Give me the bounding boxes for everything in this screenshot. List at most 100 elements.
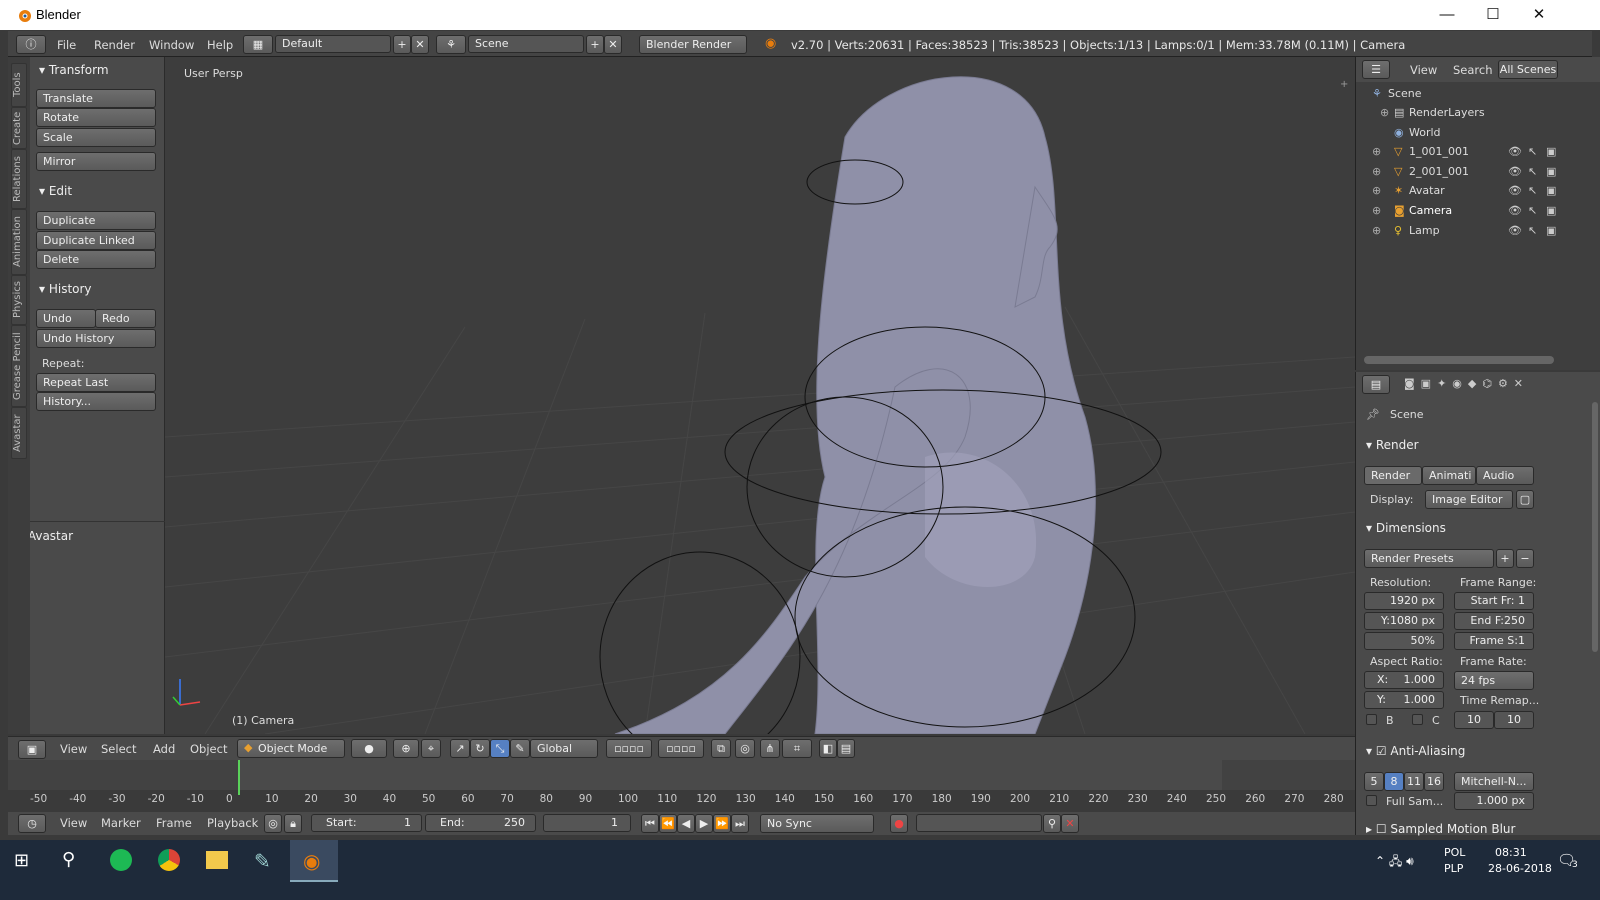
insert-keyframe-icon[interactable]: ⚲ <box>1043 814 1061 833</box>
tab-create[interactable]: Create <box>11 107 27 149</box>
lock-icon[interactable]: 🔒︎ <box>284 814 302 833</box>
tray-icons[interactable]: ⌃ 🖧 🔊︎ <box>1375 852 1414 873</box>
render-panel-header[interactable]: ▾ Render <box>1366 438 1419 452</box>
expand-icon[interactable]: ⊕ <box>1372 224 1381 237</box>
edit-panel-header[interactable]: ▾ Edit <box>39 184 72 198</box>
snap-element-icon[interactable]: ⌗ <box>782 739 812 758</box>
jump-keyframe-forward-icon[interactable]: ⏩ <box>713 814 731 833</box>
blender-taskbar-button[interactable]: ◉ <box>290 840 338 882</box>
undo-history-button[interactable]: Undo History <box>36 329 156 348</box>
editor-type-timeline-icon[interactable]: ◷ <box>18 814 46 833</box>
orientation-select[interactable]: Global <box>530 739 598 758</box>
history-button[interactable]: History... <box>36 392 156 411</box>
editor-type-outliner-icon[interactable]: ☰ <box>1362 60 1390 79</box>
menu-window[interactable]: Window <box>149 38 194 52</box>
minimize-button[interactable]: — <box>1424 0 1470 30</box>
menu-playback[interactable]: Playback <box>207 816 258 830</box>
renderable-camera-icon[interactable]: ▣ <box>1546 184 1556 197</box>
properties-scrollbar[interactable] <box>1592 402 1598 652</box>
timeline[interactable]: -50 -40 -30 -20 -10 0 10 20 30 40 50 60 70 80 90 100 110… <box>8 760 1355 812</box>
delete-keyframe-icon[interactable]: ✕ <box>1061 814 1079 833</box>
expand-icon[interactable]: ⊕ <box>1372 204 1381 217</box>
outliner-menu-search[interactable]: Search <box>1453 63 1493 77</box>
animation-button[interactable]: Animati <box>1422 466 1476 485</box>
search-icon[interactable]: ⚲ <box>62 849 75 870</box>
expand-icon[interactable]: ⊕ <box>1380 106 1389 119</box>
full-sample-checkbox[interactable] <box>1366 795 1377 806</box>
expand-icon[interactable]: ⊕ <box>1372 184 1381 197</box>
aa-filter-select[interactable]: Mitchell-N... <box>1454 772 1534 791</box>
remap-old-field[interactable]: 10 <box>1454 711 1494 729</box>
audio-button[interactable]: Audio <box>1476 466 1534 485</box>
jump-keyframe-back-icon[interactable]: ⏪ <box>659 814 677 833</box>
frame-step-field[interactable]: Frame S:1 <box>1454 632 1534 650</box>
screen-layout-field[interactable]: Default <box>275 35 391 53</box>
resolution-x-field[interactable]: 1920 px <box>1364 592 1444 610</box>
outliner-row-world[interactable]: ◉ World <box>1356 123 1600 142</box>
tab-avastar[interactable]: Avastar <box>11 407 27 459</box>
proportional-edit-icon[interactable]: ◎ <box>735 739 755 758</box>
editor-type-3d-icon[interactable]: ▣ <box>18 740 46 759</box>
crop-checkbox[interactable] <box>1412 714 1423 725</box>
current-frame-cursor[interactable] <box>238 760 240 795</box>
end-frame-field[interactable]: End: 250 <box>425 814 536 832</box>
scale-button[interactable]: Scale <box>36 128 156 147</box>
selectable-cursor-icon[interactable]: ↖ <box>1528 184 1537 197</box>
motion-blur-panel-header[interactable]: ▸ ☐ Sampled Motion Blur <box>1366 822 1515 836</box>
display-window-icon[interactable]: ▢ <box>1516 490 1534 509</box>
outliner-row-renderlayers[interactable]: ⊕ ▤ RenderLayers <box>1356 103 1600 122</box>
close-button[interactable]: ✕ <box>1516 0 1562 30</box>
repeat-last-button[interactable]: Repeat Last <box>36 373 156 392</box>
play-icon[interactable]: ▶ <box>695 814 713 833</box>
duplicate-linked-button[interactable]: Duplicate Linked <box>36 231 156 250</box>
menu-object[interactable]: Object <box>190 742 227 756</box>
lock-layers-icon[interactable]: ⧉ <box>711 739 731 758</box>
scene-field[interactable]: Scene <box>468 35 584 53</box>
pivot-icon[interactable]: ⊕ <box>393 739 419 758</box>
resolution-percent-field[interactable]: 50% <box>1364 632 1444 650</box>
renderable-camera-icon[interactable]: ▣ <box>1546 224 1556 237</box>
scene-icon[interactable]: ⚘ <box>436 35 466 54</box>
menu-marker[interactable]: Marker <box>101 816 141 830</box>
render-button[interactable]: Render <box>1364 466 1422 485</box>
outliner-scrollbar[interactable] <box>1364 356 1554 364</box>
aspect-x-field[interactable]: X: 1.000 <box>1364 671 1444 689</box>
clock-date[interactable]: 28-06-2018 <box>1488 862 1552 875</box>
remove-layout-icon[interactable]: ✕ <box>411 35 429 54</box>
delete-button[interactable]: Delete <box>36 250 156 269</box>
selectable-cursor-icon[interactable]: ↖ <box>1528 145 1537 158</box>
visibility-eye-icon[interactable]: 👁︎ <box>1508 184 1522 197</box>
outliner-row-1-001-001[interactable]: ⊕ ▽ 1_001_001 👁︎ ↖ ▣ <box>1356 142 1600 161</box>
renderable-camera-icon[interactable]: ▣ <box>1546 165 1556 178</box>
transform-panel-header[interactable]: ▾ Transform <box>39 63 109 77</box>
menu-frame[interactable]: Frame <box>156 816 192 830</box>
aa-samples-16-button[interactable]: 16 <box>1424 772 1444 791</box>
end-frame-prop-field[interactable]: End F:250 <box>1454 612 1534 630</box>
outliner-menu-view[interactable]: View <box>1410 63 1437 77</box>
aa-samples-5-button[interactable]: 5 <box>1364 772 1384 791</box>
menu-add[interactable]: Add <box>153 742 175 756</box>
remove-scene-icon[interactable]: ✕ <box>604 35 622 54</box>
chrome-icon[interactable] <box>158 849 180 871</box>
remap-new-field[interactable]: 10 <box>1494 711 1534 729</box>
tab-relations[interactable]: Relations <box>11 149 27 209</box>
jump-start-icon[interactable]: ⏮ <box>641 814 659 833</box>
redo-button[interactable]: Redo <box>95 309 156 328</box>
display-select[interactable]: Image Editor <box>1425 490 1513 509</box>
translate-manipulator-icon[interactable]: ↗ <box>450 739 470 758</box>
resolution-y-field[interactable]: Y:1080 px <box>1364 612 1444 630</box>
menu-timeline-view[interactable]: View <box>60 816 87 830</box>
render-presets-select[interactable]: Render Presets <box>1364 549 1494 568</box>
current-frame-field[interactable]: 1 <box>543 814 631 832</box>
frame-rate-select[interactable]: 24 fps <box>1454 671 1534 690</box>
rotate-manipulator-icon[interactable]: ↻ <box>470 739 490 758</box>
manipulator-icon[interactable]: ⌖ <box>421 739 441 758</box>
selectable-cursor-icon[interactable]: ↖ <box>1528 204 1537 217</box>
visibility-eye-icon[interactable]: 👁︎ <box>1508 204 1522 217</box>
dimensions-panel-header[interactable]: ▾ Dimensions <box>1366 521 1446 535</box>
clock-time[interactable]: 08:31 <box>1495 846 1527 859</box>
scale-manipulator-icon[interactable]: ⤡ <box>490 739 510 758</box>
tab-tools[interactable]: Tools <box>11 63 27 107</box>
anti-aliasing-panel-header[interactable]: ▾ ☑ Anti-Aliasing <box>1366 744 1465 758</box>
editor-type-properties-icon[interactable]: ▤ <box>1362 375 1390 394</box>
